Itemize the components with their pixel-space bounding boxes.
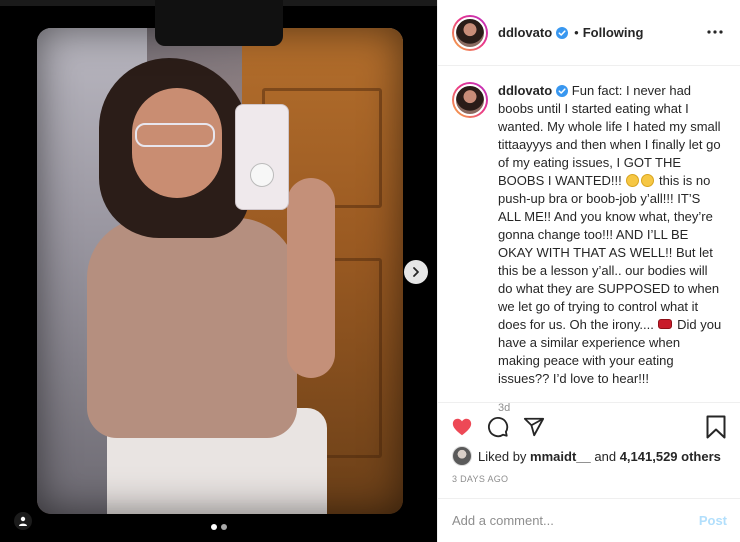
verified-badge-icon	[556, 85, 569, 97]
action-bar	[438, 402, 740, 450]
post-sidebar: ddlovato • Following ddlovato Fun fact: …	[437, 0, 740, 542]
user-tag-icon	[19, 516, 27, 526]
carousel-indicator	[211, 524, 227, 530]
more-options-button[interactable]	[703, 22, 727, 42]
comment-button[interactable]	[486, 415, 510, 439]
caption-avatar[interactable]	[452, 82, 488, 118]
save-button[interactable]	[705, 415, 727, 439]
heart-filled-icon	[452, 418, 472, 435]
author-avatar[interactable]	[452, 14, 488, 51]
share-button[interactable]	[522, 415, 546, 439]
caption-part-2: this is no push-up bra or boob-job y’all…	[498, 173, 720, 332]
liker-username[interactable]: mmaidt__	[530, 449, 591, 464]
comment-input[interactable]	[452, 513, 699, 528]
likes-summary: Liked by mmaidt__ and 4,141,529 others	[452, 446, 721, 466]
post-photo[interactable]	[37, 28, 403, 514]
likes-conj: and	[594, 448, 617, 464]
verified-badge-icon	[556, 26, 569, 39]
post-comment-button[interactable]: Post	[699, 513, 727, 528]
header-separator: •	[574, 25, 579, 40]
caption-username[interactable]: ddlovato	[498, 83, 552, 98]
likes-prefix: Liked by	[478, 448, 527, 464]
share-icon	[523, 417, 545, 436]
like-button[interactable]	[450, 415, 474, 439]
grinning-sweat-emoji-icon	[641, 174, 655, 187]
carousel-next-button[interactable]	[404, 260, 428, 284]
carousel-dot-1	[211, 524, 217, 530]
caption-text: ddlovato Fun fact: I never had boobs unt…	[498, 82, 723, 388]
comment-icon	[488, 416, 509, 437]
post-header: ddlovato • Following	[438, 0, 740, 66]
comment-composer: Post	[438, 498, 740, 542]
liker-avatar[interactable]	[452, 446, 472, 466]
post-media	[0, 0, 437, 542]
following-button[interactable]: Following	[583, 25, 644, 40]
user-tag-button[interactable]	[14, 512, 32, 530]
likes-count-link[interactable]: 4,141,529 others	[620, 449, 721, 464]
photo-notch	[155, 0, 283, 46]
bookmark-icon	[706, 415, 726, 439]
chevron-right-icon	[413, 267, 419, 277]
post-timestamp[interactable]: 3 DAYS AGO	[452, 474, 508, 484]
author-username[interactable]: ddlovato	[498, 25, 552, 40]
carousel-dot-2	[221, 524, 227, 530]
grinning-sweat-emoji-icon	[626, 174, 640, 187]
caption-section: ddlovato Fun fact: I never had boobs unt…	[438, 66, 740, 414]
lips-emoji-icon	[658, 319, 673, 329]
more-horizontal-icon	[707, 30, 723, 34]
